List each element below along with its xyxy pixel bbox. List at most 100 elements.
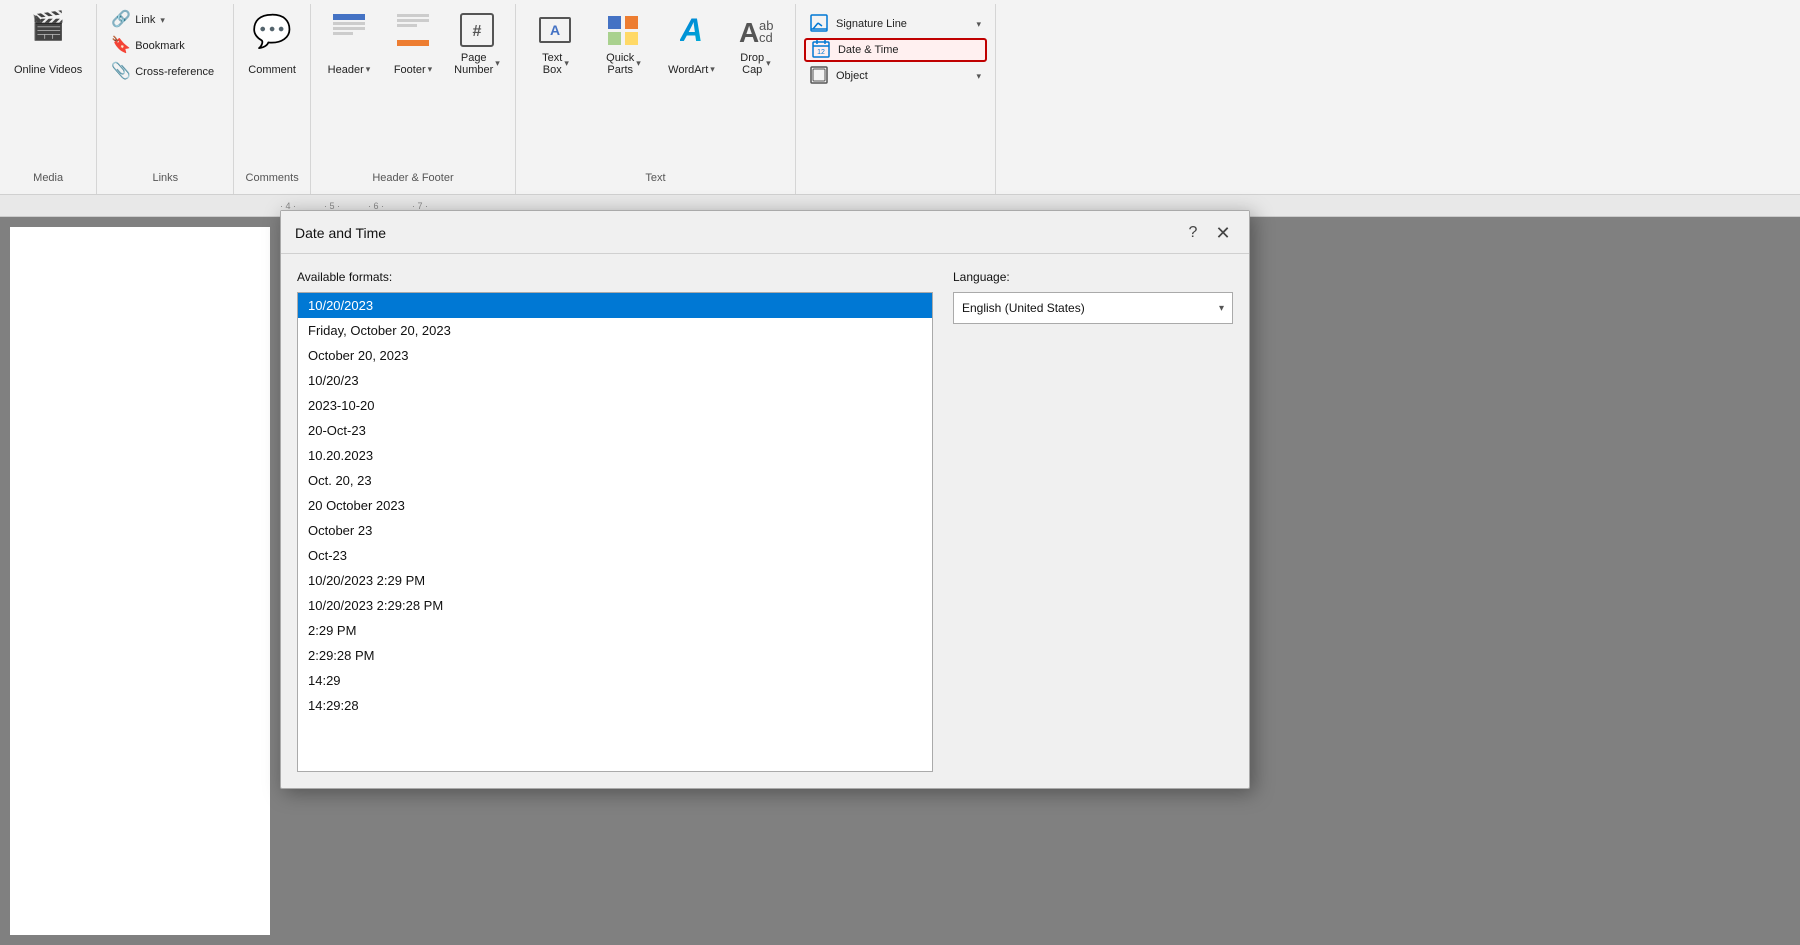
wordart-label: WordArt <box>668 64 708 76</box>
date-time-icon: 12 <box>812 40 830 61</box>
wordart-dropdown-arrow: ▾ <box>710 64 715 75</box>
ribbon-section-text-label: Text <box>645 168 665 190</box>
footer-label: Footer <box>394 64 426 76</box>
format-item-13[interactable]: 2:29 PM <box>298 618 932 643</box>
object-button[interactable]: Object ▾ <box>804 64 987 88</box>
svg-text:A: A <box>739 17 759 48</box>
page-number-dropdown-arrow: ▾ <box>495 58 500 69</box>
ruler-tick-7: · 7 · <box>412 201 428 211</box>
cross-reference-label: Cross-reference <box>135 66 214 78</box>
ribbon-section-links: 🔗 Link ▾ 🔖 Bookmark 📎 Cross-reference Li… <box>97 4 234 194</box>
object-icon <box>810 66 828 87</box>
drop-cap-label: DropCap <box>740 52 764 76</box>
document-page <box>10 227 270 935</box>
comment-label: Comment <box>248 64 296 76</box>
ribbon-section-comments-label: Comments <box>246 168 299 190</box>
format-item-8[interactable]: 20 October 2023 <box>298 493 932 518</box>
ribbon-section-text: A TextBox ▾ <box>516 4 796 194</box>
format-item-9[interactable]: October 23 <box>298 518 932 543</box>
svg-text:#: # <box>473 23 482 40</box>
signature-line-dropdown-arrow: ▾ <box>976 19 981 30</box>
format-item-10[interactable]: Oct-23 <box>298 543 932 568</box>
footer-button[interactable]: Footer ▾ <box>383 8 443 80</box>
footer-dropdown-arrow: ▾ <box>428 64 433 75</box>
drop-cap-button[interactable]: A ab cd DropCap ▾ <box>725 8 785 80</box>
object-label: Object <box>836 70 868 82</box>
quick-parts-icon <box>605 12 641 48</box>
link-button[interactable]: 🔗 Link ▾ <box>105 8 225 32</box>
header-button[interactable]: Header ▾ <box>319 8 379 80</box>
quick-parts-button[interactable]: QuickParts ▾ <box>589 8 657 80</box>
text-box-dropdown-arrow: ▾ <box>564 58 569 69</box>
ribbon-section-links-label: Links <box>152 168 178 190</box>
language-dropdown[interactable]: English (United States) ▾ <box>953 292 1233 324</box>
wordart-button[interactable]: A WordArt ▾ <box>661 8 721 80</box>
format-item-5[interactable]: 20-Oct-23 <box>298 418 932 443</box>
date-time-button[interactable]: 12 Date & Time <box>804 38 987 62</box>
signature-line-button[interactable]: Signature Line ▾ <box>804 12 987 36</box>
format-item-0[interactable]: 10/20/2023 <box>298 293 932 318</box>
dialog-close-button[interactable]: ✕ <box>1211 221 1235 245</box>
language-dropdown-arrow: ▾ <box>1219 303 1224 314</box>
ribbon-section-hf-label: Header & Footer <box>372 168 453 190</box>
ribbon-section-media: 🎬 Online Videos Media <box>0 4 97 194</box>
ribbon-section-media-label: Media <box>33 168 63 190</box>
quick-parts-label: QuickParts <box>606 52 634 76</box>
date-time-dialog: Date and Time ? ✕ Available formats: 10/… <box>280 210 1250 789</box>
available-formats-label: Available formats: <box>297 270 933 284</box>
footer-icon <box>395 12 431 48</box>
header-icon <box>331 12 367 48</box>
svg-text:12: 12 <box>817 49 825 56</box>
bookmark-label: Bookmark <box>135 40 185 52</box>
format-item-2[interactable]: October 20, 2023 <box>298 343 932 368</box>
ribbon-section-header-footer: Header ▾ Footer ▾ <box>311 4 516 194</box>
ribbon-section-right-placeholder-label <box>804 180 987 190</box>
link-label: Link <box>135 14 155 26</box>
format-item-12[interactable]: 10/20/2023 2:29:28 PM <box>298 593 932 618</box>
online-videos-button[interactable]: 🎬 Online Videos <box>8 8 88 80</box>
cross-reference-icon: 📎 <box>111 64 131 80</box>
format-item-6[interactable]: 10.20.2023 <box>298 443 932 468</box>
dialog-titlebar-buttons: ? ✕ <box>1181 221 1235 245</box>
signature-line-label: Signature Line <box>836 18 907 30</box>
format-item-15[interactable]: 14:29 <box>298 668 932 693</box>
quick-parts-dropdown-arrow: ▾ <box>636 58 641 69</box>
ribbon: 🎬 Online Videos Media 🔗 Link ▾ 🔖 Bookmar… <box>0 0 1800 195</box>
ribbon-section-comments: 💬 Comment Comments <box>234 4 311 194</box>
ruler-tick-5: · 5 · <box>324 201 340 211</box>
formats-list-container: 10/20/2023Friday, October 20, 2023Octobe… <box>297 292 933 772</box>
format-item-7[interactable]: Oct. 20, 23 <box>298 468 932 493</box>
dialog-body: Available formats: 10/20/2023Friday, Oct… <box>281 254 1249 788</box>
link-icon: 🔗 <box>111 12 131 28</box>
page-number-button[interactable]: # PageNumber ▾ <box>447 8 507 80</box>
cross-reference-button[interactable]: 📎 Cross-reference <box>105 60 225 84</box>
object-dropdown-arrow: ▾ <box>976 71 981 82</box>
bookmark-button[interactable]: 🔖 Bookmark <box>105 34 225 58</box>
format-item-11[interactable]: 10/20/2023 2:29 PM <box>298 568 932 593</box>
format-item-14[interactable]: 2:29:28 PM <box>298 643 932 668</box>
language-label: Language: <box>953 270 1233 284</box>
formats-list[interactable]: 10/20/2023Friday, October 20, 2023Octobe… <box>298 293 932 771</box>
ruler-ticks: · 4 · · 5 · · 6 · · 7 · <box>280 201 428 211</box>
format-item-4[interactable]: 2023-10-20 <box>298 393 932 418</box>
ruler-tick-4: · 4 · <box>280 201 296 211</box>
drop-cap-icon: A ab cd <box>737 12 773 48</box>
comment-button[interactable]: 💬 Comment <box>242 8 302 80</box>
format-item-1[interactable]: Friday, October 20, 2023 <box>298 318 932 343</box>
header-dropdown-arrow: ▾ <box>366 64 371 75</box>
language-value: English (United States) <box>962 301 1085 315</box>
text-box-label: TextBox <box>542 52 562 76</box>
signature-line-icon <box>810 14 828 35</box>
text-box-button[interactable]: A TextBox ▾ <box>525 8 585 80</box>
dialog-help-button[interactable]: ? <box>1181 221 1205 245</box>
bookmark-icon: 🔖 <box>111 38 131 54</box>
drop-cap-dropdown-arrow: ▾ <box>766 58 771 69</box>
online-videos-icon: 🎬 <box>31 12 66 40</box>
format-item-16[interactable]: 14:29:28 <box>298 693 932 718</box>
dialog-right-panel: Language: English (United States) ▾ <box>953 270 1233 772</box>
wordart-icon: A <box>673 12 709 48</box>
format-item-3[interactable]: 10/20/23 <box>298 368 932 393</box>
svg-text:cd: cd <box>759 30 773 45</box>
online-videos-label: Online Videos <box>14 64 82 76</box>
svg-text:A: A <box>550 22 560 38</box>
